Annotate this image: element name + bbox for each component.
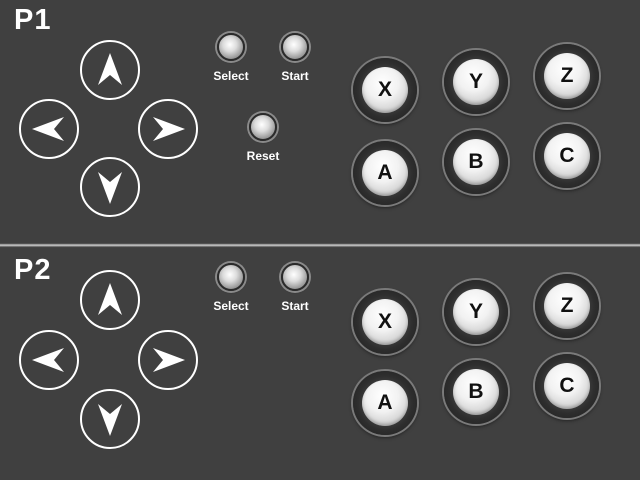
p2-z-button[interactable]: Z — [535, 274, 599, 338]
down-arrow-icon — [98, 404, 122, 436]
button-letter: Y — [468, 70, 483, 93]
player-2-label: P2 — [14, 254, 52, 286]
button-letter: Z — [560, 64, 574, 87]
p1-reset-button[interactable] — [249, 113, 277, 141]
p1-dpad-down-button[interactable] — [80, 157, 140, 217]
up-arrow-icon — [98, 283, 122, 315]
p2-c-button[interactable]: C — [535, 354, 599, 418]
button-letter: C — [559, 144, 575, 167]
p2-b-button[interactable]: B — [444, 360, 508, 424]
button-letter: A — [377, 161, 393, 184]
right-arrow-icon — [153, 348, 185, 372]
button-letter: C — [559, 374, 575, 397]
p1-c-button[interactable]: C — [535, 124, 599, 188]
player-2-panel: P2 Select Start X Y Z A B C — [0, 248, 640, 480]
p2-dpad-down-button[interactable] — [80, 389, 140, 449]
p1-x-button[interactable]: X — [353, 58, 417, 122]
right-arrow-icon — [153, 117, 185, 141]
p1-start-button[interactable] — [281, 33, 309, 61]
button-letter: B — [468, 380, 484, 403]
p1-z-button[interactable]: Z — [535, 44, 599, 108]
button-letter: Y — [468, 300, 483, 323]
left-arrow-icon — [32, 117, 64, 141]
p1-a-button[interactable]: A — [353, 141, 417, 205]
down-arrow-icon — [98, 172, 122, 204]
p2-a-button[interactable]: A — [353, 371, 417, 435]
p1-select-label: Select — [213, 69, 249, 83]
p1-reset-label: Reset — [246, 149, 280, 163]
button-letter: B — [468, 150, 484, 173]
p2-start-button[interactable] — [281, 263, 309, 291]
p1-start-label: Start — [281, 69, 309, 83]
p2-select-button[interactable] — [217, 263, 245, 291]
player-1-label: P1 — [14, 4, 52, 36]
p1-dpad-left-button[interactable] — [19, 99, 79, 159]
p1-b-button[interactable]: B — [444, 130, 508, 194]
button-letter: X — [377, 78, 392, 101]
player-1-panel: P1 Select Start Reset X Y Z A B C — [0, 0, 640, 243]
left-arrow-icon — [32, 348, 64, 372]
p1-y-button[interactable]: Y — [444, 50, 508, 114]
p2-dpad-up-button[interactable] — [80, 270, 140, 330]
button-letter: Z — [560, 294, 574, 317]
p1-select-button[interactable] — [217, 33, 245, 61]
p1-dpad-right-button[interactable] — [138, 99, 198, 159]
p2-select-label: Select — [213, 299, 249, 313]
p2-dpad-left-button[interactable] — [19, 330, 79, 390]
p2-start-label: Start — [281, 299, 309, 313]
p1-dpad-up-button[interactable] — [80, 40, 140, 100]
p2-y-button[interactable]: Y — [444, 280, 508, 344]
button-letter: A — [377, 391, 393, 414]
up-arrow-icon — [98, 53, 122, 85]
p2-x-button[interactable]: X — [353, 290, 417, 354]
button-letter: X — [377, 310, 392, 333]
p2-dpad-right-button[interactable] — [138, 330, 198, 390]
